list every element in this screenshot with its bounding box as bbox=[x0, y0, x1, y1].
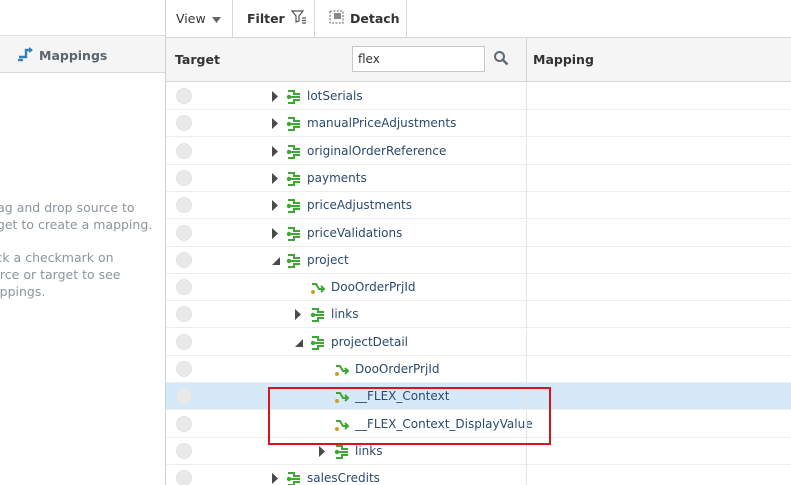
drag-drop-hint: rag and drop source to rget to create a … bbox=[0, 200, 153, 232]
dropdown-arrow-icon bbox=[211, 11, 221, 26]
expand-triangle-icon[interactable] bbox=[294, 309, 304, 320]
row-select-radio[interactable] bbox=[176, 143, 192, 159]
search-input[interactable] bbox=[352, 46, 485, 72]
row-select-radio[interactable] bbox=[176, 279, 192, 295]
toolbar: View Filter Detach bbox=[166, 0, 791, 37]
expand-triangle-icon[interactable] bbox=[271, 473, 281, 484]
row-select-radio[interactable] bbox=[176, 170, 192, 186]
tree-node-label: priceAdjustments bbox=[307, 198, 413, 212]
tree-row[interactable]: lotSerials bbox=[166, 83, 791, 110]
entity-icon bbox=[286, 253, 302, 269]
row-select-radio[interactable] bbox=[176, 306, 192, 322]
mappings-panel: Mappings rag and drop source to rget to … bbox=[0, 0, 166, 485]
tree-node-label: links bbox=[355, 444, 383, 458]
entity-icon bbox=[286, 471, 302, 485]
tree-node-label: DooOrderPrjId bbox=[355, 362, 440, 376]
column-divider bbox=[526, 110, 527, 137]
row-select-radio[interactable] bbox=[176, 361, 192, 377]
row-select-radio[interactable] bbox=[176, 252, 192, 268]
row-select-radio[interactable] bbox=[176, 470, 192, 485]
column-divider bbox=[526, 38, 527, 82]
tree-row[interactable]: project bbox=[166, 247, 791, 274]
column-divider bbox=[526, 138, 527, 165]
expand-triangle-icon[interactable] bbox=[318, 446, 328, 457]
row-select-radio[interactable] bbox=[176, 115, 192, 131]
filter-icon bbox=[290, 10, 307, 27]
column-divider bbox=[526, 329, 527, 356]
tree-row[interactable]: originalOrderReference bbox=[166, 138, 791, 165]
tree-row[interactable]: projectDetail bbox=[166, 329, 791, 356]
column-divider bbox=[526, 220, 527, 247]
detach-icon bbox=[329, 10, 344, 27]
tree-row[interactable]: manualPriceAdjustments bbox=[166, 110, 791, 137]
filter-button[interactable]: Filter bbox=[233, 0, 315, 37]
tree-row[interactable]: DooOrderPrjId bbox=[166, 356, 791, 383]
row-select-radio[interactable] bbox=[176, 197, 192, 213]
mapping-icon bbox=[17, 46, 35, 65]
column-divider bbox=[526, 83, 527, 110]
tree-row[interactable]: payments bbox=[166, 165, 791, 192]
entity-icon bbox=[310, 307, 326, 323]
tree-node-label: lotSerials bbox=[307, 89, 363, 103]
attribute-icon bbox=[334, 362, 350, 378]
entity-icon bbox=[286, 198, 302, 214]
tree-row[interactable]: priceValidations bbox=[166, 220, 791, 247]
expand-triangle-icon[interactable] bbox=[271, 173, 281, 184]
detach-button[interactable]: Detach bbox=[315, 0, 407, 37]
column-divider bbox=[526, 247, 527, 274]
expand-triangle-icon[interactable] bbox=[271, 118, 281, 129]
view-menu-button[interactable]: View bbox=[166, 0, 233, 37]
column-divider bbox=[526, 165, 527, 192]
tree-node-label: links bbox=[331, 307, 359, 321]
tree-node-label: DooOrderPrjId bbox=[331, 280, 416, 294]
expand-triangle-icon[interactable] bbox=[271, 200, 281, 211]
tree-node-label: projectDetail bbox=[331, 335, 408, 349]
row-select-radio[interactable] bbox=[176, 334, 192, 350]
attribute-icon bbox=[310, 280, 326, 296]
column-divider bbox=[526, 274, 527, 301]
mapping-column-header: Mapping bbox=[533, 52, 594, 67]
row-select-radio[interactable] bbox=[176, 225, 192, 241]
search-icon[interactable] bbox=[493, 50, 511, 68]
target-column-header: Target bbox=[175, 52, 220, 67]
entity-icon bbox=[286, 116, 302, 132]
entity-icon bbox=[286, 144, 302, 160]
column-header: Target Mapping bbox=[166, 37, 791, 82]
row-select-radio[interactable] bbox=[176, 88, 192, 104]
entity-icon bbox=[286, 226, 302, 242]
column-divider bbox=[526, 192, 527, 219]
row-select-radio[interactable] bbox=[176, 443, 192, 459]
tree-row[interactable]: priceAdjustments bbox=[166, 192, 791, 219]
column-divider bbox=[526, 356, 527, 383]
expand-triangle-icon[interactable] bbox=[271, 228, 281, 239]
checkmark-hint: ick a checkmark on urce or target to see… bbox=[0, 250, 121, 299]
row-select-radio[interactable] bbox=[176, 416, 192, 432]
tree-row[interactable]: salesCredits bbox=[166, 465, 791, 485]
entity-icon bbox=[286, 171, 302, 187]
entity-icon bbox=[310, 335, 326, 351]
collapse-triangle-icon[interactable] bbox=[294, 337, 304, 348]
tree-node-label: manualPriceAdjustments bbox=[307, 116, 457, 130]
tree-node-label: payments bbox=[307, 171, 367, 185]
column-divider bbox=[526, 465, 527, 485]
tree-node-label: originalOrderReference bbox=[307, 144, 447, 158]
entity-icon bbox=[334, 444, 350, 460]
tree-node-label: project bbox=[307, 253, 349, 267]
tree-node-label: salesCredits bbox=[307, 471, 380, 485]
tree-node-label: priceValidations bbox=[307, 226, 403, 240]
highlight-box bbox=[268, 387, 551, 445]
mappings-panel-header: Mappings bbox=[0, 35, 165, 73]
collapse-triangle-icon[interactable] bbox=[271, 255, 281, 266]
tree-row[interactable]: links bbox=[166, 301, 791, 328]
expand-triangle-icon[interactable] bbox=[271, 91, 281, 102]
row-select-radio[interactable] bbox=[176, 388, 192, 404]
tree-row[interactable]: DooOrderPrjId bbox=[166, 274, 791, 301]
entity-icon bbox=[286, 89, 302, 105]
column-divider bbox=[526, 301, 527, 328]
mappings-title: Mappings bbox=[17, 46, 107, 65]
expand-triangle-icon[interactable] bbox=[271, 146, 281, 157]
